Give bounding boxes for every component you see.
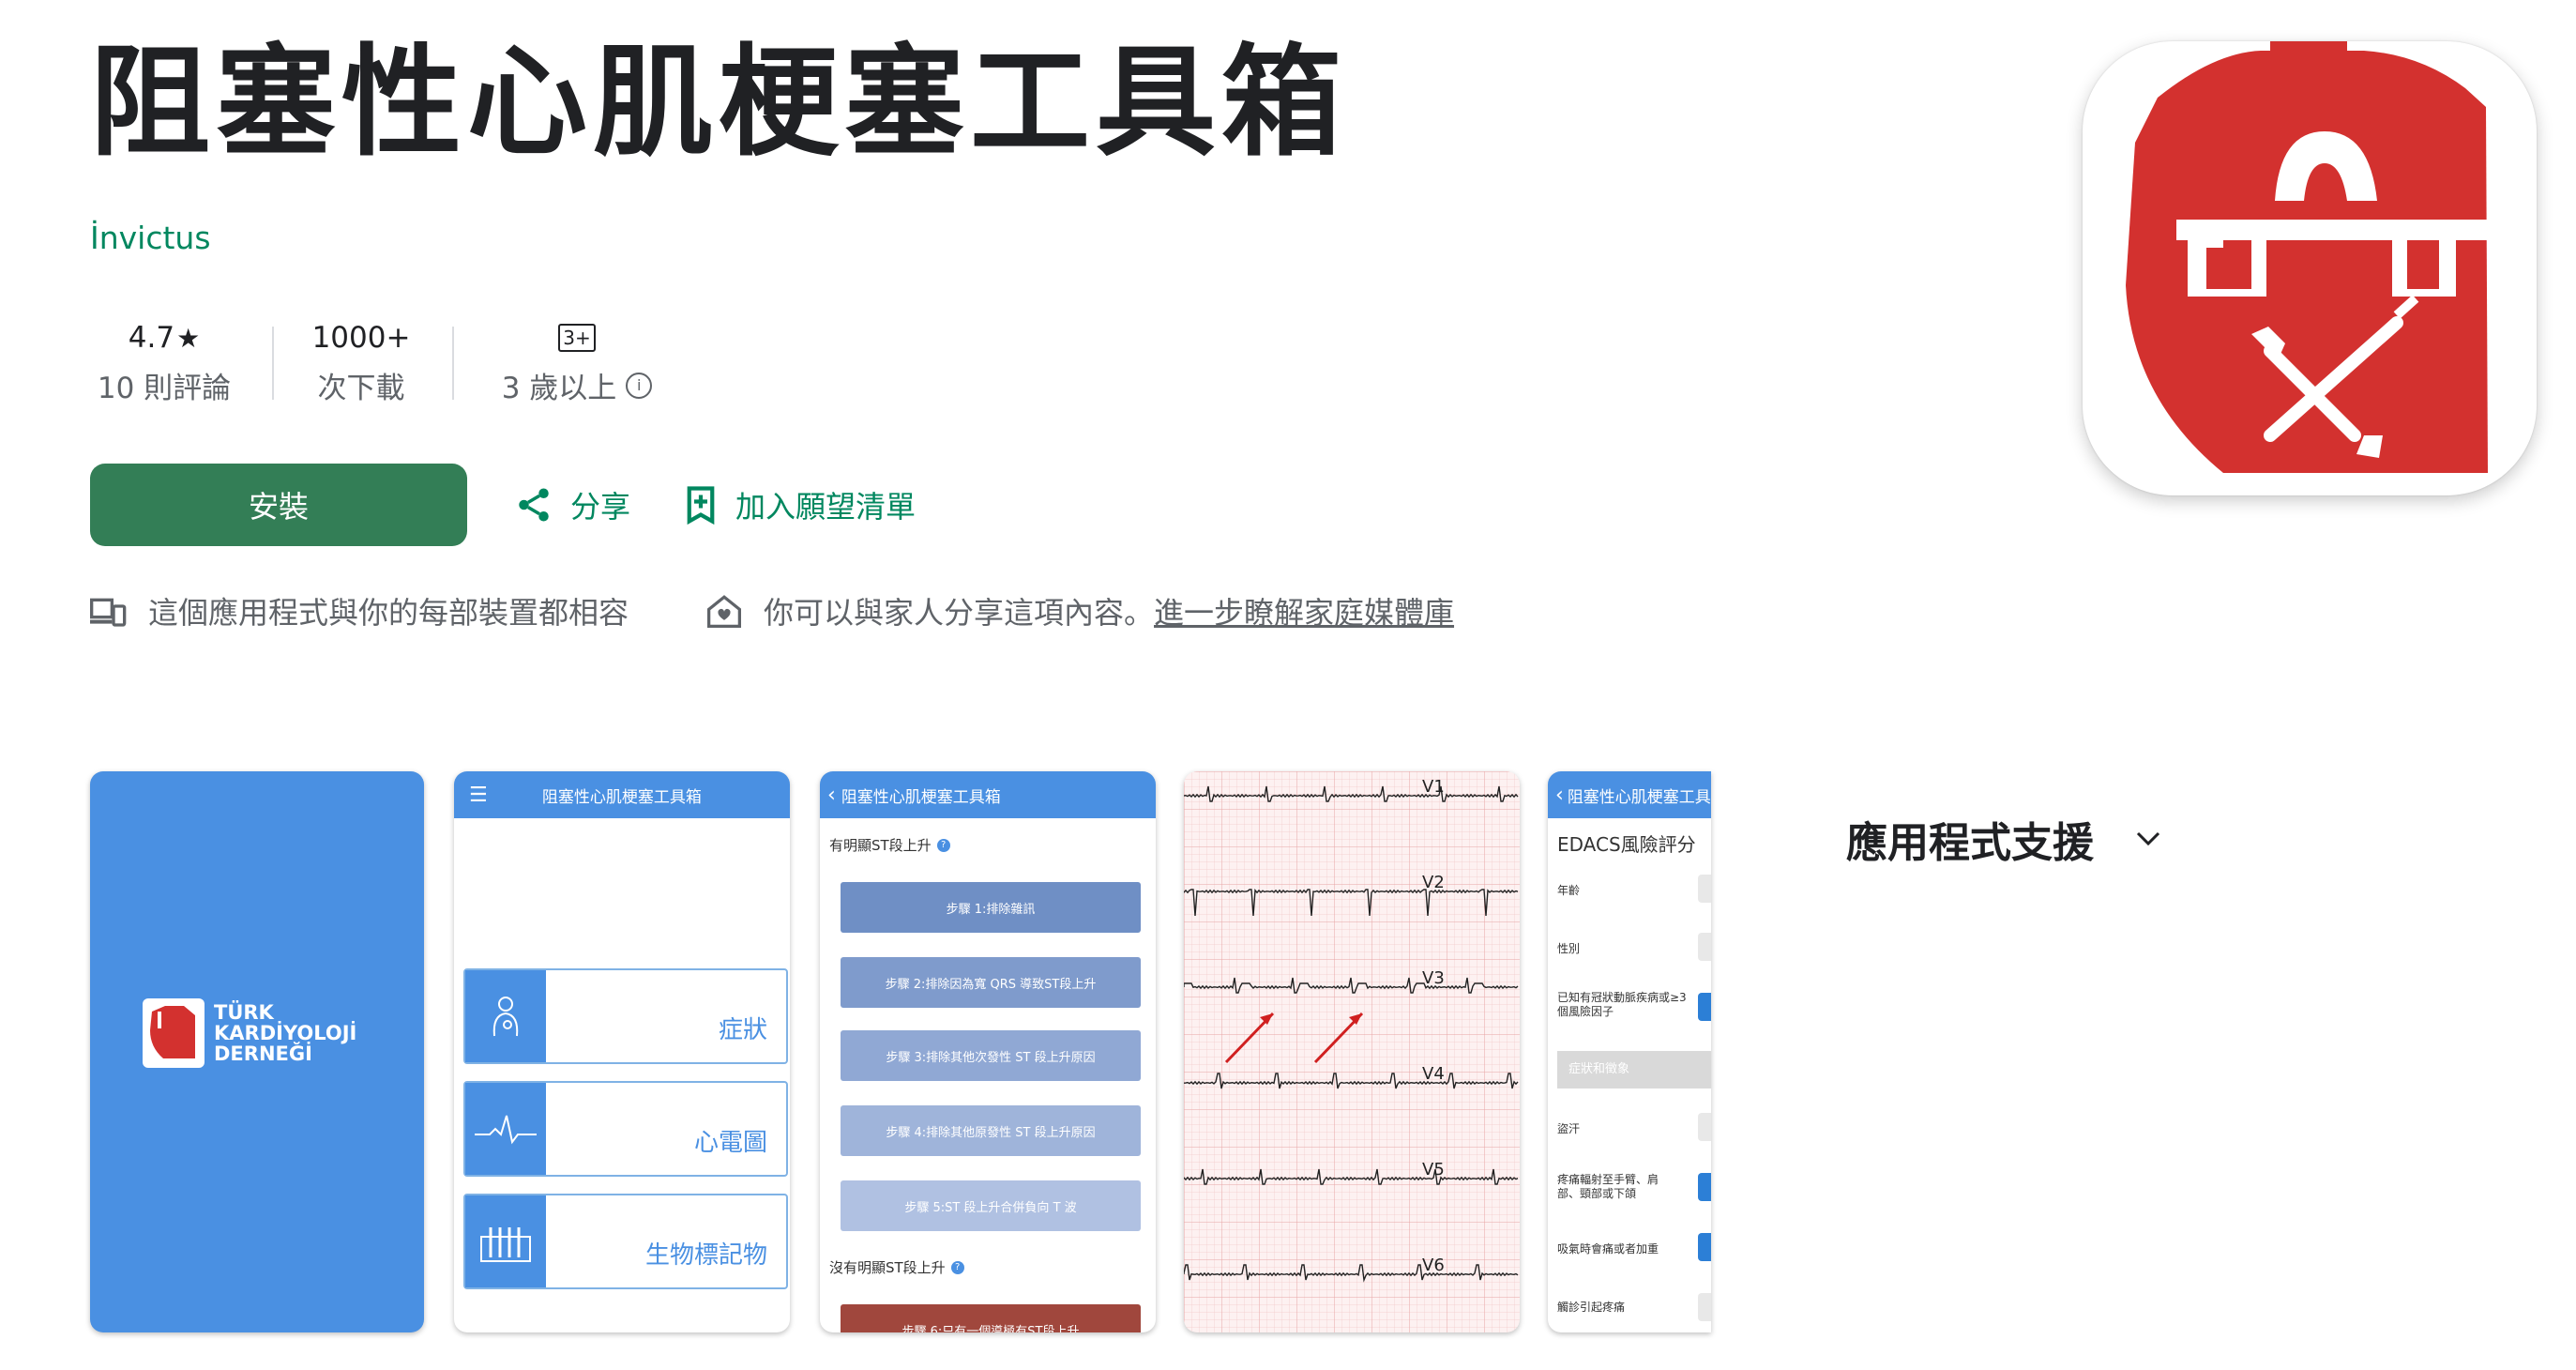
ecg-strip [1184, 771, 1520, 1332]
content-rating-badge: 3+ [558, 324, 596, 352]
stat-divider [272, 327, 274, 400]
lead-label: V6 [1422, 1256, 1445, 1275]
share-button[interactable]: 分享 [514, 477, 630, 533]
app-bar: ‹ 阻塞性心肌梗塞工具 [1548, 771, 1711, 818]
help-icon: ? [950, 1260, 964, 1274]
menu-card-biomarkers: 生物標記物 [463, 1194, 788, 1289]
downloads-stat: 1000+ 次下載 [305, 317, 417, 406]
card-label: 心電圖 [693, 1129, 767, 1157]
devices-icon [90, 598, 127, 627]
logo-line-2: KARDİYOLOJİ [214, 1022, 357, 1044]
review-count: 10 則評論 [97, 372, 232, 405]
family-text: 你可以與家人分享這項內容。 [764, 595, 1155, 631]
screenshot-3[interactable]: ‹ 阻塞性心肌梗塞工具箱 有明顯ST段上升? 步驟 1:排除雜訊 步驟 2:排除… [820, 771, 1156, 1332]
edacs-field [1698, 875, 1711, 903]
edacs-row: 已知有冠狀動脈疾病或≥3個風險因子 [1557, 991, 1687, 1018]
family-note: 你可以與家人分享這項內容。進一步瞭解家庭媒體庫 [705, 589, 1454, 632]
edacs-toggle [1698, 1173, 1711, 1201]
step-button: 步驟 1:排除雜訊 [841, 882, 1141, 933]
section-heading-text: 有明顯ST段上升 [829, 837, 932, 854]
family-library-link[interactable]: 進一步瞭解家庭媒體庫 [1154, 595, 1454, 631]
person-icon [465, 970, 546, 1062]
menu-card-ecg: 心電圖 [463, 1081, 788, 1177]
screenshot-4[interactable]: V1 V2 V3 V4 V5 V6 [1184, 771, 1520, 1332]
bar-title: 阻塞性心肌梗塞工具 [1567, 787, 1711, 807]
app-icon [2083, 41, 2537, 495]
downloads-value: 1000+ [311, 321, 411, 355]
stat-divider [452, 327, 454, 400]
edacs-row: 盜汗 [1557, 1122, 1581, 1135]
help-icon: ? [936, 838, 950, 852]
lead-label: V1 [1422, 777, 1445, 797]
lead-label: V4 [1422, 1064, 1445, 1084]
rating-value: 4.7 [128, 321, 175, 355]
edacs-row: 疼痛輻射至手臂、肩部、頸部或下頜 [1557, 1173, 1659, 1200]
step-button: 步驟 6:只有一個導極有ST段上升 [841, 1304, 1141, 1332]
downloads-label: 次下載 [317, 372, 405, 405]
screenshot-2[interactable]: ☰ 阻塞性心肌梗塞工具箱 症狀 心電圖 生物標記物 [454, 771, 790, 1332]
step-button: 步驟 4:排除其他原發性 ST 段上升原因 [841, 1105, 1141, 1156]
app-bar: ☰ 阻塞性心肌梗塞工具箱 [454, 771, 790, 818]
wishlist-button[interactable]: 加入願望清單 [683, 477, 916, 533]
edacs-field [1698, 1293, 1711, 1321]
edacs-field [1698, 933, 1711, 961]
ecg-wave-icon [465, 1083, 546, 1175]
share-icon [519, 488, 549, 522]
lead-label: V5 [1422, 1160, 1445, 1180]
section-heading: 沒有明顯ST段上升? [829, 1257, 964, 1277]
step-button: 步驟 5:ST 段上升合併負向 T 波 [841, 1180, 1141, 1231]
heart-logo-icon [143, 998, 205, 1068]
screenshot-5[interactable]: ‹ 阻塞性心肌梗塞工具 EDACS風險評分 年齡 性別 已知有冠狀動脈疾病或≥3… [1548, 771, 1711, 1332]
card-label: 症狀 [718, 1016, 767, 1044]
compat-text: 這個應用程式與你的每部裝置都相容 [148, 595, 629, 631]
edacs-heading: EDACS風險評分 [1557, 833, 1696, 856]
edacs-row: 觸診引起疼痛 [1557, 1301, 1626, 1314]
app-bar: ‹ 阻塞性心肌梗塞工具箱 [820, 771, 1156, 818]
edacs-section: 症狀和徵象 [1557, 1051, 1711, 1088]
bar-title: 阻塞性心肌梗塞工具箱 [541, 787, 702, 807]
back-icon: ‹ [1555, 783, 1564, 807]
edacs-row: 年齡 [1557, 884, 1581, 897]
edacs-row: 性別 [1557, 942, 1581, 955]
lead-label: V3 [1422, 968, 1445, 988]
content-rating-label: 3 歲以上 [501, 372, 617, 405]
back-icon: ‹ [827, 783, 836, 807]
edacs-field [1698, 1113, 1711, 1141]
info-icon[interactable]: i [626, 372, 653, 399]
card-label: 生物標記物 [644, 1241, 767, 1270]
app-support-toggle[interactable]: 應用程式支援 [1846, 809, 2161, 869]
tkd-logo: TÜRK KARDİYOLOJİ DERNEĞİ [143, 998, 356, 1068]
lead-label: V2 [1422, 873, 1445, 892]
menu-icon: ☰ [469, 783, 488, 807]
device-compat-note: 這個應用程式與你的每部裝置都相容 [90, 589, 629, 632]
app-support-label: 應用程式支援 [1846, 819, 2094, 867]
logo-line-3: DERNEĞİ [214, 1043, 312, 1065]
star-icon: ★ [176, 322, 201, 354]
wishlist-label: 加入願望清單 [735, 489, 917, 525]
section-heading: 有明顯ST段上升? [829, 835, 950, 855]
family-home-icon [707, 595, 741, 628]
section-heading-text: 沒有明顯ST段上升 [829, 1259, 946, 1276]
logo-line-1: TÜRK [214, 1001, 274, 1024]
rating-stat: 4.7 ★ 10 則評論 [94, 317, 235, 406]
test-tubes-icon [465, 1195, 546, 1287]
chevron-down-icon [2136, 831, 2160, 846]
step-button: 步驟 3:排除其他次發性 ST 段上升原因 [841, 1030, 1141, 1081]
content-rating-stat[interactable]: 3+ 3 歲以上 i [492, 317, 661, 406]
bookmark-add-icon [687, 486, 715, 525]
install-button[interactable]: 安裝 [90, 464, 467, 546]
app-title: 阻塞性心肌梗塞工具箱 [90, 33, 1348, 173]
developer-link[interactable]: İnvictus [90, 220, 211, 256]
screenshot-1[interactable]: TÜRK KARDİYOLOJİ DERNEĞİ [90, 771, 424, 1332]
edacs-toggle [1698, 1233, 1711, 1261]
bar-title: 阻塞性心肌梗塞工具箱 [841, 787, 1001, 807]
share-label: 分享 [570, 489, 631, 525]
edacs-toggle [1698, 993, 1711, 1021]
step-button: 步驟 2:排除因為寬 QRS 導致ST段上升 [841, 957, 1141, 1008]
menu-card-symptoms: 症狀 [463, 968, 788, 1064]
edacs-row: 吸氣時會痛或者加重 [1557, 1242, 1659, 1256]
